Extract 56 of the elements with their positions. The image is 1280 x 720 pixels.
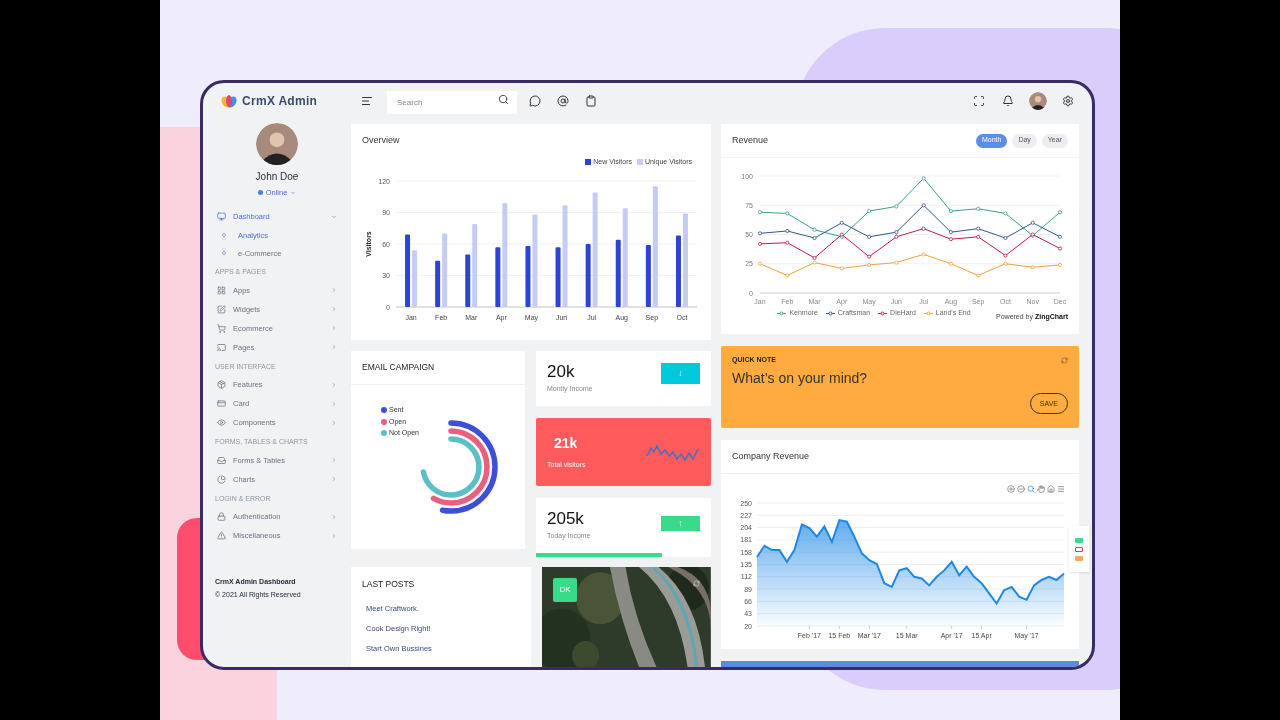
logo-text: CrmX Admin xyxy=(242,93,318,110)
stat-value: 20k xyxy=(547,362,576,380)
cart-icon xyxy=(217,323,226,333)
warning-icon xyxy=(217,531,226,541)
card-title: Revenue xyxy=(732,133,770,147)
cast-icon xyxy=(217,342,226,352)
chevron-down-icon xyxy=(331,213,337,220)
pie-chart-icon xyxy=(217,474,226,484)
zoom-out-icon[interactable] xyxy=(1017,485,1025,494)
settings-icon[interactable] xyxy=(1062,95,1074,107)
home-icon[interactable] xyxy=(1047,485,1055,494)
grid-icon xyxy=(217,285,226,295)
chevron-right-icon xyxy=(331,513,337,520)
notification-icon[interactable] xyxy=(1002,95,1014,107)
chevron-right-icon xyxy=(331,306,337,313)
eye-icon xyxy=(217,418,226,428)
menu-icon[interactable] xyxy=(361,95,373,107)
profile-avatar xyxy=(1029,92,1047,110)
clipboard-icon[interactable] xyxy=(585,95,597,107)
chevron-right-icon xyxy=(331,325,337,332)
chevron-right-icon xyxy=(331,457,337,464)
at-icon[interactable] xyxy=(557,95,569,107)
card-title: LAST POSTS xyxy=(362,578,416,591)
chevron-right-icon xyxy=(331,344,337,351)
card-icon xyxy=(217,399,226,409)
monitor-icon xyxy=(217,212,226,222)
user-name: John Doe xyxy=(255,170,299,184)
card-title: Company Revenue xyxy=(732,449,810,463)
lock-icon xyxy=(217,512,226,522)
search-field[interactable]: Search xyxy=(387,91,517,114)
search-icon xyxy=(498,94,509,105)
inbox-icon xyxy=(217,455,226,465)
chevron-right-icon xyxy=(331,532,337,539)
cube-icon xyxy=(217,380,226,390)
note-prompt: What’s on your mind? xyxy=(732,369,869,389)
refresh-icon[interactable] xyxy=(693,580,700,587)
zoom-in-icon[interactable] xyxy=(1007,485,1015,494)
stat-value: 21k xyxy=(554,434,579,454)
user-avatar xyxy=(256,123,298,165)
chat-icon[interactable] xyxy=(529,95,541,107)
edit-icon xyxy=(217,304,226,314)
chevron-right-icon xyxy=(331,400,337,407)
search-icon[interactable] xyxy=(1027,485,1035,494)
caret-icon xyxy=(290,189,297,196)
refresh-icon[interactable] xyxy=(1061,356,1068,364)
card-title: Overview xyxy=(362,134,401,147)
chevron-right-icon xyxy=(331,419,337,426)
author-badge: DK xyxy=(553,578,578,602)
stat-value: 205k xyxy=(547,509,585,527)
hand-icon[interactable] xyxy=(1037,485,1045,494)
chevron-right-icon xyxy=(331,476,337,483)
card-title: EMAIL CAMPAIGN xyxy=(362,361,435,374)
fullscreen-icon[interactable] xyxy=(973,95,985,107)
chevron-right-icon xyxy=(331,287,337,294)
logo-icon xyxy=(221,94,237,108)
chevron-right-icon xyxy=(331,381,337,388)
